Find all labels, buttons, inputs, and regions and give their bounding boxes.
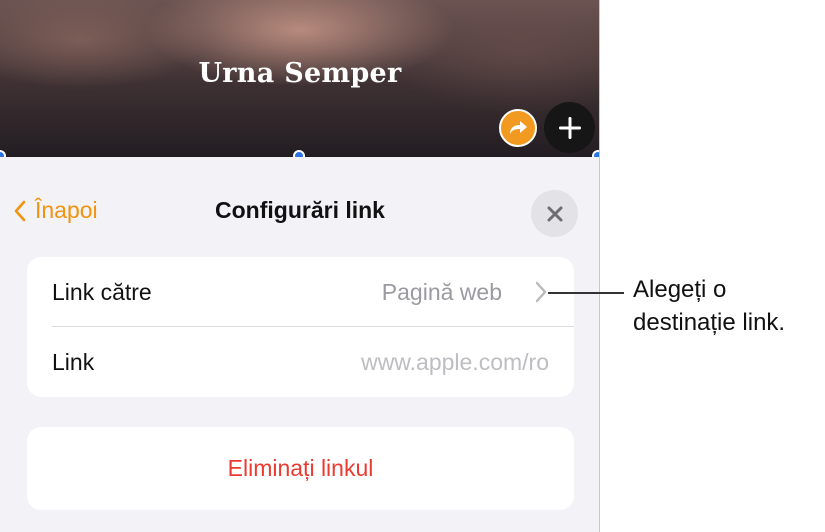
add-button[interactable] [544, 102, 595, 153]
link-url-label: Link [52, 348, 95, 375]
callout-line-2: destinație link. [633, 309, 786, 336]
callout-leader-line [548, 292, 624, 294]
share-arrow-icon [510, 121, 527, 134]
slide-banner[interactable]: Urna Semper [0, 0, 599, 157]
sheet-title: Configurări link [215, 197, 385, 223]
plus-icon [558, 116, 581, 139]
link-to-value: Pagină web [381, 278, 502, 305]
callout-annotation: Alegeți o destinație link. [633, 273, 825, 339]
chevron-right-icon [535, 281, 547, 303]
share-button[interactable] [499, 109, 537, 147]
link-options-card: Link către Pagină web Link www.apple.com… [27, 257, 574, 397]
close-icon [547, 206, 562, 221]
slide-title: Urna Semper [198, 58, 402, 89]
screenshot-panel: Urna Semper Înapoi Configurări link Link… [0, 0, 600, 532]
link-url-row[interactable]: Link www.apple.com/ro [27, 327, 574, 397]
link-url-input[interactable]: www.apple.com/ro [361, 349, 549, 376]
sheet-nav-bar: Înapoi Configurări link [0, 157, 599, 257]
delete-link-card: Eliminați linkul [27, 427, 574, 510]
remove-link-button[interactable]: Eliminați linkul [27, 427, 574, 510]
callout-line-1: Alegeți o [633, 276, 727, 303]
close-button[interactable] [531, 190, 578, 237]
link-to-row[interactable]: Link către Pagină web [27, 257, 574, 327]
link-to-label: Link către [52, 278, 152, 305]
link-settings-sheet: Înapoi Configurări link Link către Pagin… [0, 157, 599, 532]
